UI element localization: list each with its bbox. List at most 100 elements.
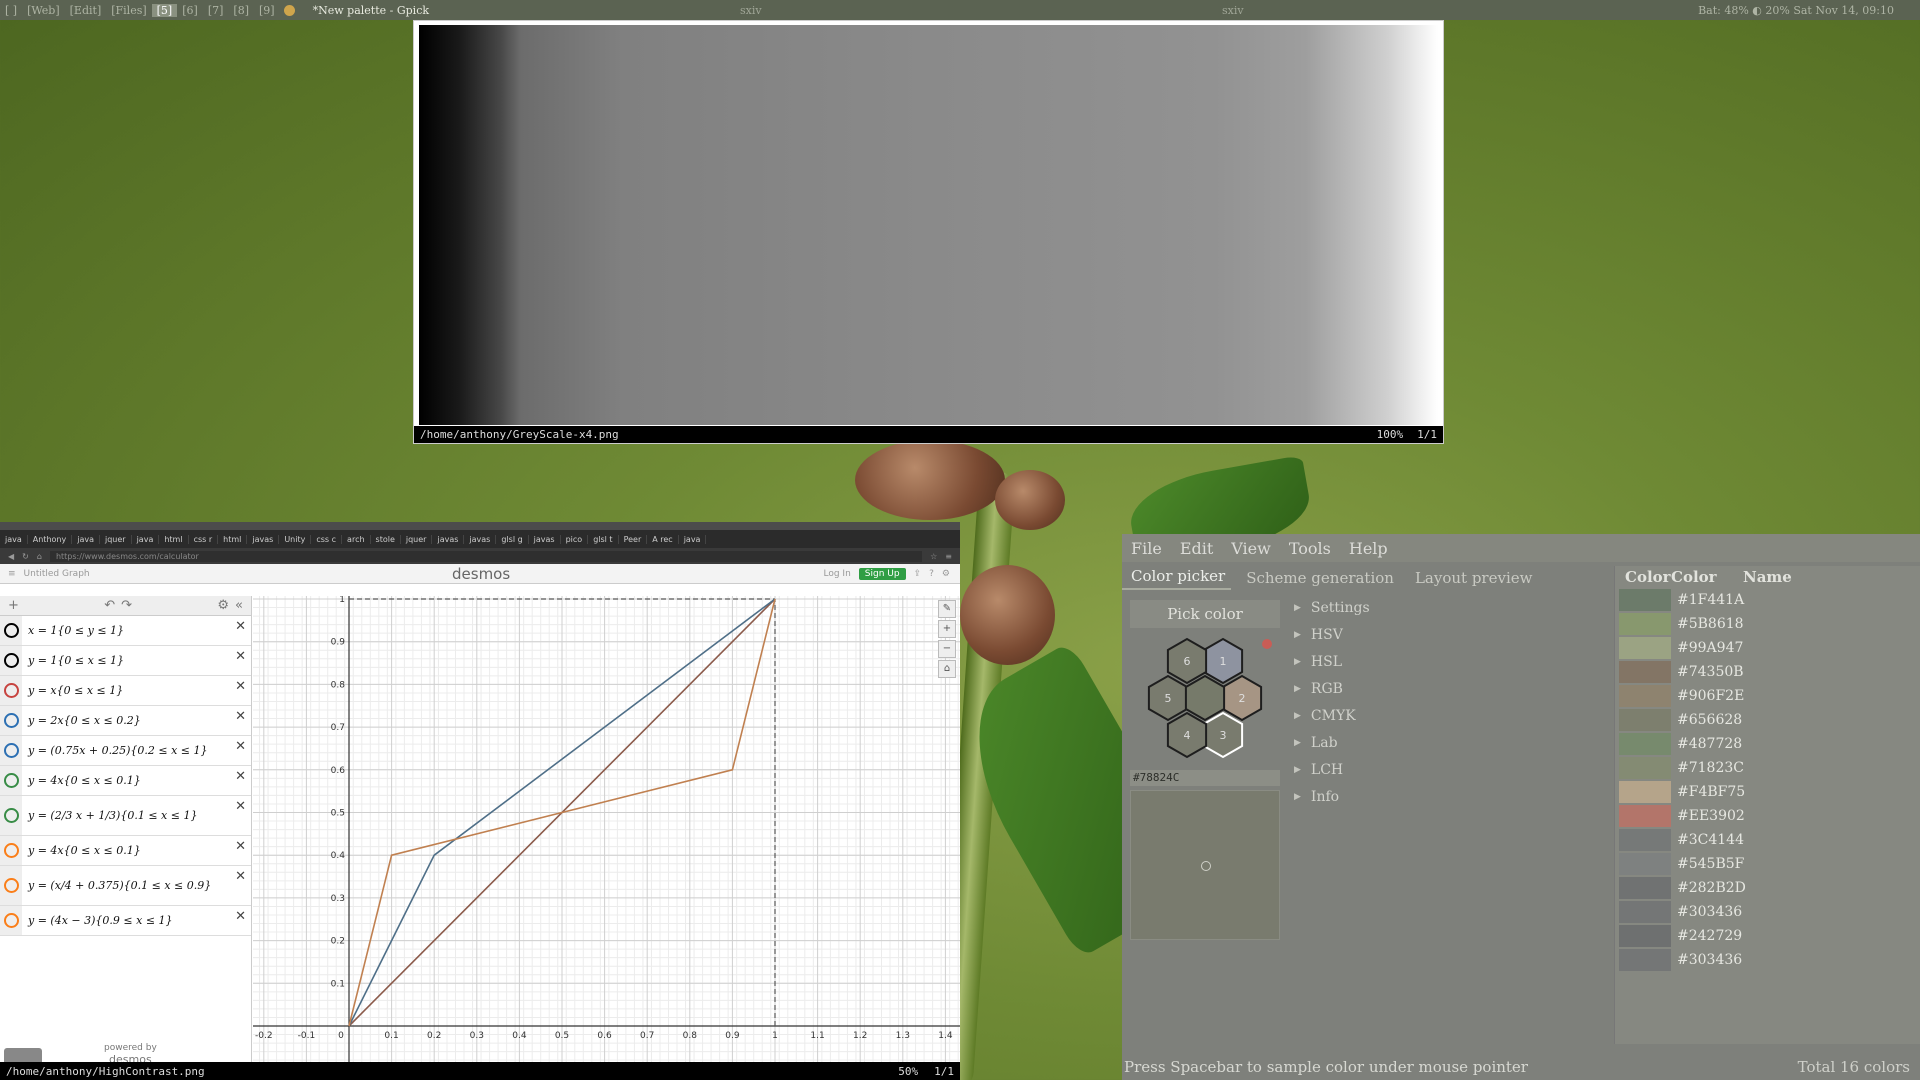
column-header[interactable]: Color — [1615, 568, 1671, 586]
browser-tab[interactable]: Anthony — [28, 534, 73, 544]
browser-tab[interactable]: java — [132, 534, 160, 544]
expression-row[interactable]: y = (0.75x + 0.25){0.2 ≤ x ≤ 1} ✕ — [0, 736, 251, 766]
expression-text[interactable]: y = (0.75x + 0.25){0.2 ≤ x ≤ 1} — [22, 744, 208, 757]
signup-button[interactable]: Sign Up — [858, 567, 906, 580]
expression-color-icon[interactable] — [0, 736, 22, 765]
palette-row[interactable]: #1F441A — [1615, 588, 1920, 612]
expander-hsv[interactable]: ▶ HSV — [1294, 621, 1370, 648]
browser-tab[interactable]: glsl t — [588, 534, 619, 544]
taskbar-item-sxiv[interactable]: sxiv — [1222, 4, 1244, 17]
expander-rgb[interactable]: ▶ RGB — [1294, 675, 1370, 702]
gpick-window[interactable]: File Edit View Tools Help Color picker Scheme… — [1122, 534, 1920, 1080]
menu-item[interactable]: Tools — [1289, 539, 1331, 558]
palette-row[interactable]: #F4BF75 — [1615, 780, 1920, 804]
home-zoom-icon[interactable]: ⌂ — [938, 660, 956, 678]
delete-expression-icon[interactable]: ✕ — [235, 769, 246, 784]
expander-lch[interactable]: ▶ LCH — [1294, 756, 1370, 783]
undo-icon[interactable]: ↶ — [104, 598, 115, 613]
menu-item[interactable]: Edit — [1180, 539, 1213, 558]
login-link[interactable]: Log In — [824, 569, 851, 579]
current-color-hex[interactable]: #78824C — [1130, 770, 1280, 786]
expander-cmyk[interactable]: ▶ CMYK — [1294, 702, 1370, 729]
browser-tab[interactable]: css c — [311, 534, 343, 544]
color-preview-swatch[interactable] — [1130, 790, 1280, 940]
share-icon[interactable]: ⇪ — [914, 569, 922, 579]
expression-color-icon[interactable] — [0, 906, 22, 935]
browser-tab[interactable]: java — [679, 534, 707, 544]
browser-tab[interactable]: arch — [342, 534, 371, 544]
delete-expression-icon[interactable]: ✕ — [235, 619, 246, 634]
back-icon[interactable]: ◀ — [8, 552, 14, 561]
settings-icon[interactable]: ⚙ — [942, 569, 950, 579]
expression-color-icon[interactable] — [0, 616, 22, 645]
workspace-item[interactable]: [8] — [228, 4, 254, 17]
workspace-item[interactable]: [ ] — [0, 4, 22, 17]
expression-color-icon[interactable] — [0, 706, 22, 735]
collapse-icon[interactable]: « — [235, 598, 243, 613]
browser-tab[interactable]: java — [72, 534, 100, 544]
workspace-item[interactable]: [7] — [203, 4, 229, 17]
workspace-item[interactable]: [5] — [151, 3, 178, 17]
workspace-item[interactable]: [Files] — [106, 4, 151, 17]
expression-color-icon[interactable] — [0, 836, 22, 865]
expression-text[interactable]: y = (4x − 3){0.9 ≤ x ≤ 1} — [22, 914, 173, 927]
taskbar-item-sxiv[interactable]: sxiv — [740, 4, 762, 17]
expression-text[interactable]: y = (2/3 x + 1/3){0.1 ≤ x ≤ 1} — [22, 809, 197, 822]
palette-row[interactable]: #242729 — [1615, 924, 1920, 948]
browser-tab[interactable]: A rec — [647, 534, 679, 544]
wrench-icon[interactable]: ✎ — [938, 600, 956, 618]
expression-row[interactable]: y = 2x{0 ≤ x ≤ 0.2} ✕ — [0, 706, 251, 736]
delete-expression-icon[interactable]: ✕ — [235, 679, 246, 694]
delete-expression-icon[interactable]: ✕ — [235, 799, 246, 814]
palette-row[interactable]: #71823C — [1615, 756, 1920, 780]
expression-color-icon[interactable] — [0, 646, 22, 675]
expression-row[interactable]: y = (4x − 3){0.9 ≤ x ≤ 1} ✕ — [0, 906, 251, 936]
redo-icon[interactable]: ↷ — [121, 598, 132, 613]
palette-row[interactable]: #545B5F — [1615, 852, 1920, 876]
browser-tab[interactable]: pico — [561, 534, 589, 544]
expander-lab[interactable]: ▶ Lab — [1294, 729, 1370, 756]
menu-item[interactable]: View — [1231, 539, 1271, 558]
home-icon[interactable]: ⌂ — [37, 552, 42, 561]
image-viewer-window[interactable]: /home/anthony/GreyScale-x4.png 100% 1/1 — [413, 20, 1444, 444]
reload-icon[interactable]: ↻ — [22, 552, 29, 561]
menu-item[interactable]: Help — [1349, 539, 1388, 558]
tab-item[interactable]: Layout preview — [1406, 569, 1539, 590]
expression-text[interactable]: y = (x/4 + 0.375){0.1 ≤ x ≤ 0.9} — [22, 879, 211, 892]
column-header[interactable]: Name — [1743, 568, 1792, 586]
delete-expression-icon[interactable]: ✕ — [235, 839, 246, 854]
tab-item[interactable]: Scheme generation — [1237, 569, 1400, 590]
expression-row[interactable]: y = 4x{0 ≤ x ≤ 0.1} ✕ — [0, 766, 251, 796]
expression-color-icon[interactable] — [0, 796, 22, 835]
expression-row[interactable]: y = (x/4 + 0.375){0.1 ≤ x ≤ 0.9} ✕ — [0, 866, 251, 906]
column-header[interactable]: Color — [1671, 568, 1743, 586]
color-history-cell[interactable] — [1184, 674, 1226, 722]
palette-row[interactable]: #656628 — [1615, 708, 1920, 732]
graph-canvas[interactable]: -0.2 -0.1 0 0.1 0.2 0.3 0.4 0.5 0.6 0.7 0.8 0.9 1 1.1… — [253, 595, 960, 1070]
browser-tab[interactable]: css r — [189, 534, 219, 544]
zoom-in-icon[interactable]: + — [938, 620, 956, 638]
browser-tab[interactable]: jquer — [401, 534, 433, 544]
expression-row[interactable]: y = x{0 ≤ x ≤ 1} ✕ — [0, 676, 251, 706]
expression-text[interactable]: y = 2x{0 ≤ x ≤ 0.2} — [22, 714, 141, 727]
hamburger-icon[interactable]: ≡ — [8, 569, 16, 579]
workspace-item[interactable]: [Edit] — [65, 4, 107, 17]
delete-expression-icon[interactable]: ✕ — [235, 909, 246, 924]
expander-settings[interactable]: ▶ Settings — [1294, 594, 1370, 621]
palette-row[interactable]: #303436 — [1615, 948, 1920, 972]
expression-color-icon[interactable] — [0, 866, 22, 905]
expander-info[interactable]: ▶ Info — [1294, 783, 1370, 810]
expression-row[interactable]: y = 4x{0 ≤ x ≤ 0.1} ✕ — [0, 836, 251, 866]
expression-text[interactable]: x = 1{0 ≤ y ≤ 1} — [22, 624, 124, 637]
url-field[interactable]: https://www.desmos.com/calculator — [49, 550, 923, 562]
help-icon[interactable]: ? — [929, 569, 934, 579]
workspace-item[interactable]: [9] — [254, 4, 280, 17]
delete-expression-icon[interactable]: ✕ — [235, 709, 246, 724]
expression-row[interactable]: y = (2/3 x + 1/3){0.1 ≤ x ≤ 1} ✕ — [0, 796, 251, 836]
expression-row[interactable]: x = 1{0 ≤ y ≤ 1} ✕ — [0, 616, 251, 646]
browser-tab[interactable]: javas — [464, 534, 497, 544]
palette-row[interactable]: #5B8618 — [1615, 612, 1920, 636]
palette-row[interactable]: #487728 — [1615, 732, 1920, 756]
bookmark-icon[interactable]: ☆ — [930, 552, 937, 561]
zoom-out-icon[interactable]: − — [938, 640, 956, 658]
